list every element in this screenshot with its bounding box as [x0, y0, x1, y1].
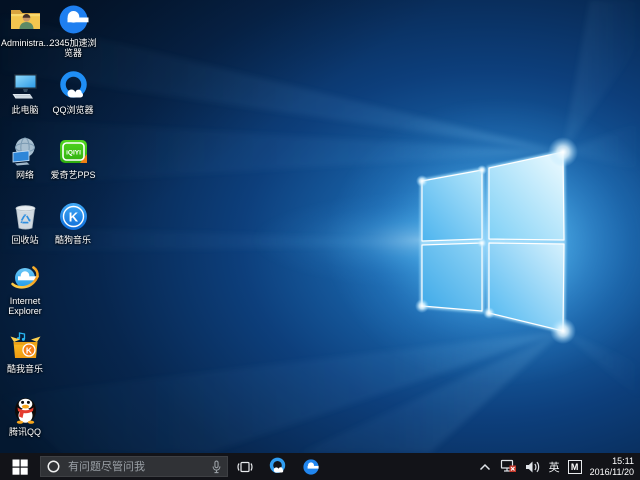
blue-e-browser-icon [302, 458, 320, 476]
microphone-icon[interactable] [211, 460, 222, 474]
icon-label: QQ浏览器 [49, 105, 97, 115]
tray-volume[interactable] [521, 453, 545, 480]
taskbar-2345-browser-button[interactable] [294, 453, 327, 480]
tray-ime-mode[interactable]: M [564, 453, 586, 480]
chevron-up-icon [478, 462, 492, 472]
internet-explorer-icon [9, 261, 42, 294]
icon-label: Administra... [1, 38, 49, 48]
desktop-icon-2345-browser[interactable]: 2345加速浏 览器 [49, 3, 97, 58]
start-button[interactable] [0, 453, 40, 480]
user-folder-icon [9, 3, 42, 36]
icon-label: 此电脑 [1, 105, 49, 115]
icon-label: 2345加速浏 览器 [49, 38, 97, 58]
taskbar-search-box[interactable] [40, 456, 228, 477]
task-view-button[interactable] [228, 453, 261, 480]
desktop-icon-internet-explorer[interactable]: Internet Explorer [1, 261, 49, 316]
desktop-icon-qq-browser[interactable]: QQ浏览器 [49, 70, 97, 115]
network-disconnected-icon [500, 459, 517, 474]
icon-label: 腾讯QQ [1, 427, 49, 437]
iqiyi-icon: iQIYI [57, 135, 90, 168]
tray-ime-language[interactable]: 英 [545, 453, 564, 480]
volume-icon [525, 460, 541, 474]
recycle-bin-icon [9, 200, 42, 233]
kugou-music-icon: K [57, 200, 90, 233]
icon-label: 爱奇艺PPS [49, 170, 97, 180]
icon-label: 酷我音乐 [1, 364, 49, 374]
tray-clock[interactable]: 15:11 2016/11/20 [586, 456, 640, 478]
qq-browser-icon [57, 70, 90, 103]
desktop-icon-tencent-qq[interactable]: 腾讯QQ [1, 392, 49, 437]
tray-chevron-up[interactable] [474, 453, 496, 480]
icon-label: Internet Explorer [1, 296, 49, 316]
desktop: Administra... 2345加速浏 览器 此电脑 [0, 0, 640, 453]
network-globe-icon [9, 135, 42, 168]
icon-label: 网络 [1, 170, 49, 180]
computer-icon [9, 70, 42, 103]
desktop-icon-iqiyi-pps[interactable]: iQIYI 爱奇艺PPS [49, 135, 97, 180]
task-view-icon [236, 460, 254, 474]
svg-text:K: K [25, 345, 32, 355]
svg-text:iQIYI: iQIYI [66, 149, 81, 156]
desktop-icon-network[interactable]: 网络 [1, 135, 49, 180]
icon-label: 酷狗音乐 [49, 235, 97, 245]
cortana-circle-icon [46, 459, 61, 474]
kuwo-music-icon: K [9, 329, 42, 362]
taskbar-qq-browser-button[interactable] [261, 453, 294, 480]
svg-text:K: K [68, 210, 78, 225]
search-input[interactable] [66, 460, 206, 474]
windows-logo-icon [12, 459, 28, 475]
qq-penguin-icon [9, 392, 42, 425]
desktop-icon-kuwo-music[interactable]: K 酷我音乐 [1, 329, 49, 374]
desktop-icon-this-pc[interactable]: 此电脑 [1, 70, 49, 115]
desktop-icon-administrator[interactable]: Administra... [1, 3, 49, 48]
tray-network-status[interactable] [496, 453, 521, 480]
qq-browser-icon [268, 457, 287, 476]
clock-date: 2016/11/20 [590, 467, 634, 478]
desktop-icon-kugou-music[interactable]: K 酷狗音乐 [49, 200, 97, 245]
clock-time: 15:11 [590, 456, 634, 467]
taskbar: 英 M 15:11 2016/11/20 [0, 453, 640, 480]
ime-mode-badge: M [568, 460, 582, 474]
desktop-icon-recycle-bin[interactable]: 回收站 [1, 200, 49, 245]
system-tray: 英 M 15:11 2016/11/20 [474, 453, 640, 480]
blue-e-browser-icon [57, 3, 90, 36]
icon-label: 回收站 [1, 235, 49, 245]
